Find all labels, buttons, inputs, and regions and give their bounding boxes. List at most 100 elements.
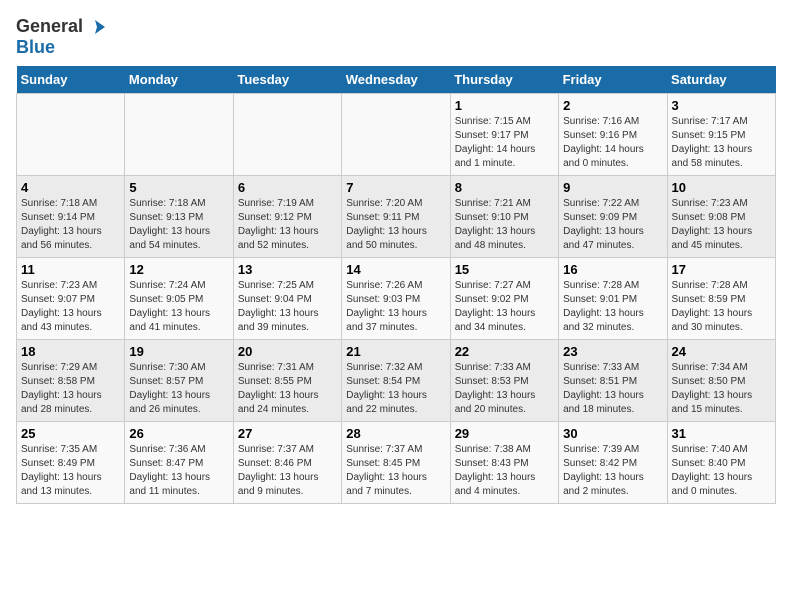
calendar-day-cell: 31 Sunrise: 7:40 AM Sunset: 8:40 PM Dayli… [667,421,775,503]
calendar-day-cell: 16Sunrise: 7:28 AM Sunset: 9:01 PM Dayli… [559,257,667,339]
day-number: 22 [455,344,554,359]
calendar-day-cell: 6Sunrise: 7:19 AM Sunset: 9:12 PM Daylig… [233,175,341,257]
calendar-week-row: 25Sunrise: 7:35 AM Sunset: 8:49 PM Dayli… [17,421,776,503]
day-number: 9 [563,180,662,195]
day-info: Sunrise: 7:34 AM Sunset: 8:50 PM Dayligh… [672,361,771,417]
day-number: 3 [672,98,771,113]
day-number: 18 [21,344,120,359]
day-info: Sunrise: 7:22 AM Sunset: 9:09 PM Dayligh… [563,197,662,253]
day-of-week-header: Monday [125,66,233,94]
day-info: Sunrise: 7:37 AM Sunset: 8:45 PM Dayligh… [346,443,445,499]
day-info: Sunrise: 7:33 AM Sunset: 8:51 PM Dayligh… [563,361,662,417]
calendar-day-cell: 10 Sunrise: 7:23 AM Sunset: 9:08 PM Dayli… [667,175,775,257]
day-number: 13 [238,262,337,277]
day-number: 7 [346,180,445,195]
day-info: Sunrise: 7:25 AM Sunset: 9:04 PM Dayligh… [238,279,337,335]
day-info: Sunrise: 7:18 AM Sunset: 9:14 PM Dayligh… [21,197,120,253]
logo-blue: Blue [16,38,107,58]
calendar-day-cell [125,93,233,175]
page-header: General Blue [16,16,776,58]
day-info: Sunrise: 7:30 AM Sunset: 8:57 PM Dayligh… [129,361,228,417]
day-number: 31 [672,426,771,441]
calendar-day-cell: 9 Sunrise: 7:22 AM Sunset: 9:09 PM Daylig… [559,175,667,257]
calendar-day-cell: 13 Sunrise: 7:25 AM Sunset: 9:04 PM Dayli… [233,257,341,339]
calendar-day-cell: 21Sunrise: 7:32 AM Sunset: 8:54 PM Dayli… [342,339,450,421]
day-info: Sunrise: 7:19 AM Sunset: 9:12 PM Dayligh… [238,197,337,253]
day-info: Sunrise: 7:18 AM Sunset: 9:13 PM Dayligh… [129,197,228,253]
logo-text: General Blue [16,16,107,58]
day-number: 29 [455,426,554,441]
calendar-day-cell: 24 Sunrise: 7:34 AM Sunset: 8:50 PM Dayli… [667,339,775,421]
day-number: 1 [455,98,554,113]
calendar-day-cell: 27 Sunrise: 7:37 AM Sunset: 8:46 PM Dayli… [233,421,341,503]
day-info: Sunrise: 7:26 AM Sunset: 9:03 PM Dayligh… [346,279,445,335]
calendar-day-cell: 5 Sunrise: 7:18 AM Sunset: 9:13 PM Daylig… [125,175,233,257]
day-of-week-header: Saturday [667,66,775,94]
calendar-week-row: 11 Sunrise: 7:23 AM Sunset: 9:07 PM Dayli… [17,257,776,339]
day-number: 28 [346,426,445,441]
calendar-day-cell: 28 Sunrise: 7:37 AM Sunset: 8:45 PM Dayli… [342,421,450,503]
day-number: 8 [455,180,554,195]
calendar-day-cell [342,93,450,175]
day-number: 25 [21,426,120,441]
day-number: 16 [563,262,662,277]
logo: General Blue [16,16,107,58]
day-info: Sunrise: 7:17 AM Sunset: 9:15 PM Dayligh… [672,115,771,171]
day-info: Sunrise: 7:20 AM Sunset: 9:11 PM Dayligh… [346,197,445,253]
calendar-day-cell: 26Sunrise: 7:36 AM Sunset: 8:47 PM Dayli… [125,421,233,503]
calendar-day-cell: 23Sunrise: 7:33 AM Sunset: 8:51 PM Dayli… [559,339,667,421]
calendar-day-cell: 8 Sunrise: 7:21 AM Sunset: 9:10 PM Daylig… [450,175,558,257]
day-number: 2 [563,98,662,113]
day-of-week-header: Tuesday [233,66,341,94]
day-info: Sunrise: 7:21 AM Sunset: 9:10 PM Dayligh… [455,197,554,253]
calendar-day-cell: 20 Sunrise: 7:31 AM Sunset: 8:55 PM Dayli… [233,339,341,421]
calendar-day-cell: 1 Sunrise: 7:15 AM Sunset: 9:17 PM Daylig… [450,93,558,175]
day-number: 11 [21,262,120,277]
calendar-day-cell: 11 Sunrise: 7:23 AM Sunset: 9:07 PM Dayli… [17,257,125,339]
calendar-day-cell: 14Sunrise: 7:26 AM Sunset: 9:03 PM Dayli… [342,257,450,339]
day-info: Sunrise: 7:39 AM Sunset: 8:42 PM Dayligh… [563,443,662,499]
day-number: 15 [455,262,554,277]
calendar-day-cell: 30 Sunrise: 7:39 AM Sunset: 8:42 PM Dayli… [559,421,667,503]
day-number: 17 [672,262,771,277]
calendar-day-cell: 3 Sunrise: 7:17 AM Sunset: 9:15 PM Daylig… [667,93,775,175]
day-info: Sunrise: 7:28 AM Sunset: 8:59 PM Dayligh… [672,279,771,335]
day-of-week-header: Wednesday [342,66,450,94]
calendar-day-cell: 7 Sunrise: 7:20 AM Sunset: 9:11 PM Daylig… [342,175,450,257]
day-of-week-header: Friday [559,66,667,94]
calendar-day-cell: 19Sunrise: 7:30 AM Sunset: 8:57 PM Dayli… [125,339,233,421]
calendar-table: SundayMondayTuesdayWednesdayThursdayFrid… [16,66,776,504]
day-of-week-header: Sunday [17,66,125,94]
day-info: Sunrise: 7:23 AM Sunset: 9:07 PM Dayligh… [21,279,120,335]
calendar-week-row: 1 Sunrise: 7:15 AM Sunset: 9:17 PM Daylig… [17,93,776,175]
day-info: Sunrise: 7:40 AM Sunset: 8:40 PM Dayligh… [672,443,771,499]
calendar-day-cell: 2 Sunrise: 7:16 AM Sunset: 9:16 PM Daylig… [559,93,667,175]
calendar-day-cell: 25Sunrise: 7:35 AM Sunset: 8:49 PM Dayli… [17,421,125,503]
day-number: 4 [21,180,120,195]
day-number: 12 [129,262,228,277]
calendar-header-row: SundayMondayTuesdayWednesdayThursdayFrid… [17,66,776,94]
day-number: 5 [129,180,228,195]
calendar-day-cell: 22Sunrise: 7:33 AM Sunset: 8:53 PM Dayli… [450,339,558,421]
day-number: 30 [563,426,662,441]
day-info: Sunrise: 7:37 AM Sunset: 8:46 PM Dayligh… [238,443,337,499]
calendar-day-cell: 12Sunrise: 7:24 AM Sunset: 9:05 PM Dayli… [125,257,233,339]
day-info: Sunrise: 7:23 AM Sunset: 9:08 PM Dayligh… [672,197,771,253]
day-number: 26 [129,426,228,441]
calendar-day-cell: 15 Sunrise: 7:27 AM Sunset: 9:02 PM Dayli… [450,257,558,339]
calendar-day-cell: 29Sunrise: 7:38 AM Sunset: 8:43 PM Dayli… [450,421,558,503]
calendar-day-cell: 4 Sunrise: 7:18 AM Sunset: 9:14 PM Daylig… [17,175,125,257]
day-number: 24 [672,344,771,359]
calendar-day-cell [233,93,341,175]
day-info: Sunrise: 7:15 AM Sunset: 9:17 PM Dayligh… [455,115,554,171]
day-number: 27 [238,426,337,441]
day-info: Sunrise: 7:27 AM Sunset: 9:02 PM Dayligh… [455,279,554,335]
day-number: 10 [672,180,771,195]
day-info: Sunrise: 7:16 AM Sunset: 9:16 PM Dayligh… [563,115,662,171]
calendar-day-cell [17,93,125,175]
day-info: Sunrise: 7:31 AM Sunset: 8:55 PM Dayligh… [238,361,337,417]
day-number: 20 [238,344,337,359]
day-of-week-header: Thursday [450,66,558,94]
calendar-day-cell: 18Sunrise: 7:29 AM Sunset: 8:58 PM Dayli… [17,339,125,421]
day-number: 21 [346,344,445,359]
